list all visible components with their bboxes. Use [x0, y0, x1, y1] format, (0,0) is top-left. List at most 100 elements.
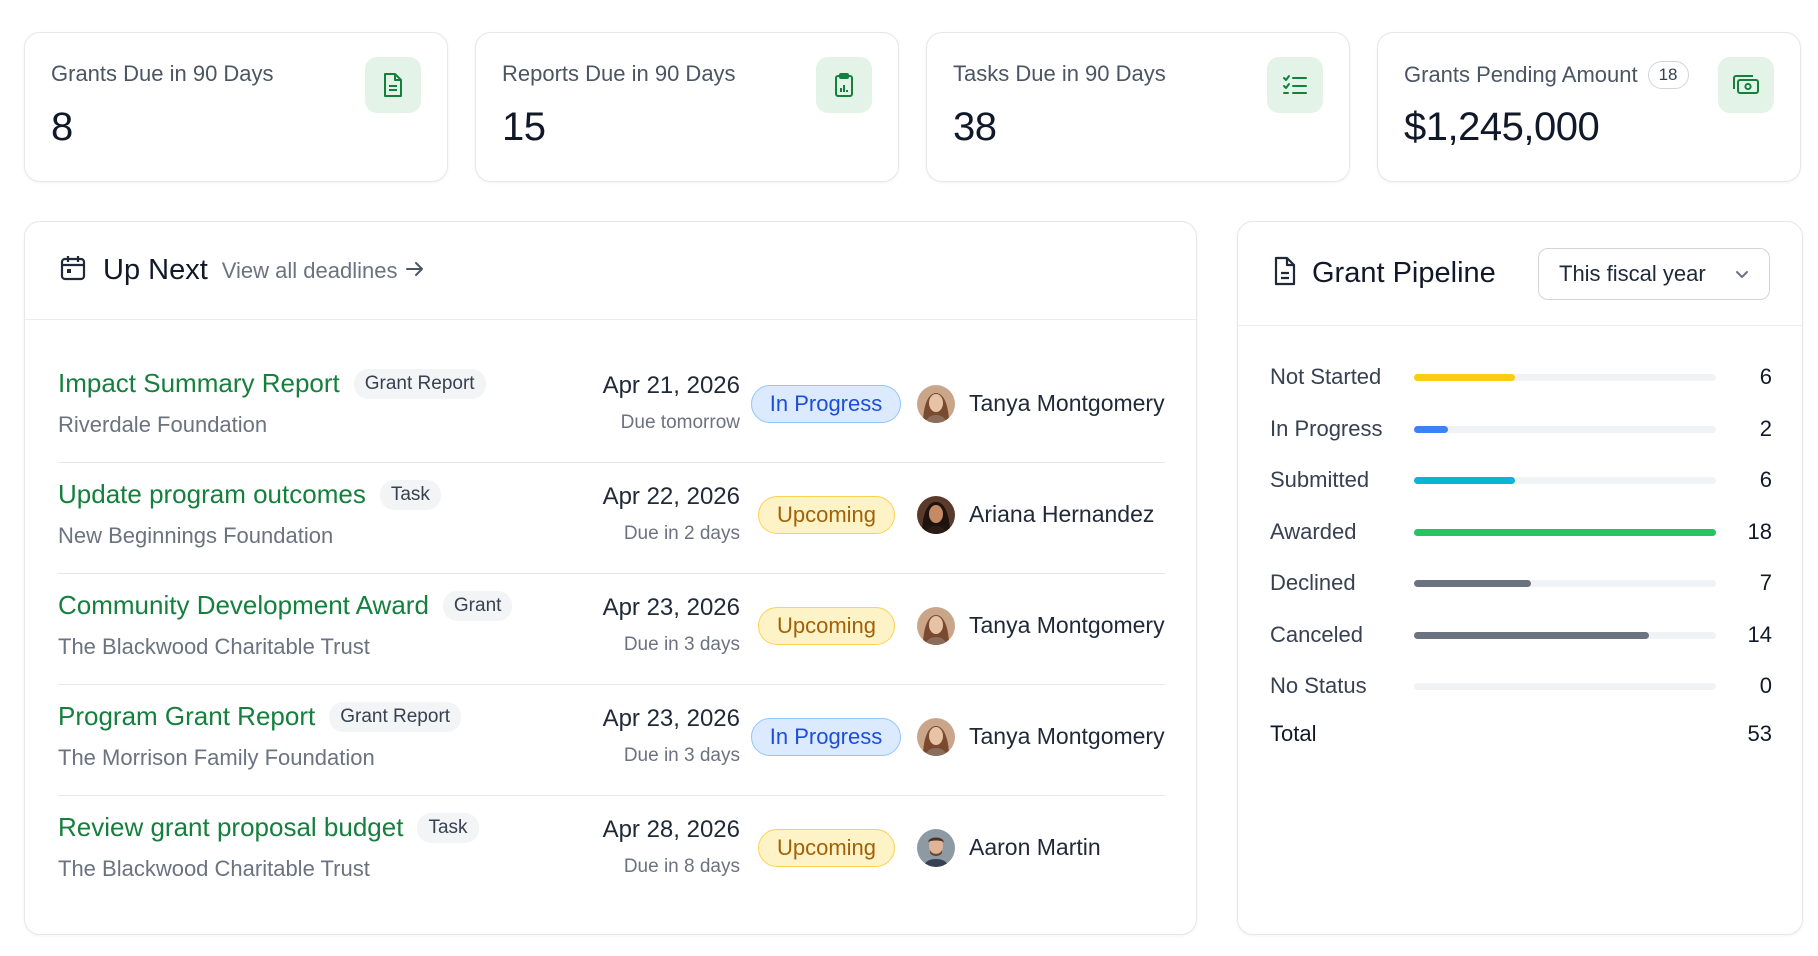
up-next-title: Up Next	[103, 254, 208, 286]
avatar	[917, 718, 955, 756]
organization-name: The Blackwood Charitable Trust	[58, 634, 370, 659]
deadline-title[interactable]: Program Grant Report	[58, 701, 315, 732]
type-badge: Grant Report	[329, 701, 462, 732]
pipeline-status-label: Submitted	[1270, 467, 1370, 492]
progress-fill	[1414, 374, 1515, 381]
type-badge: Grant	[442, 590, 513, 621]
progress-track	[1414, 683, 1716, 690]
avatar	[917, 496, 955, 534]
period-select-value: This fiscal year	[1559, 261, 1706, 286]
deadline-title[interactable]: Impact Summary Report	[58, 368, 340, 399]
type-badge: Task	[379, 479, 441, 510]
assignee-name: Tanya Montgomery	[969, 723, 1165, 749]
avatar	[917, 385, 955, 423]
due-date: Apr 22, 2026	[602, 483, 740, 510]
document-icon	[1272, 256, 1298, 291]
stat-card-grants-due[interactable]: Grants Due in 90 Days 8	[24, 32, 448, 182]
pipeline-count: 14	[1747, 621, 1772, 647]
status-badge: In Progress	[751, 718, 901, 756]
due-date: Apr 28, 2026	[602, 816, 740, 843]
due-date: Apr 21, 2026	[602, 372, 740, 399]
stat-label-text: Grants Pending Amount	[1404, 62, 1638, 87]
progress-fill	[1414, 631, 1649, 639]
status-badge: In Progress	[751, 385, 901, 423]
due-relative: Due in 8 days	[623, 856, 740, 877]
pipeline-count: 0	[1759, 673, 1772, 698]
due-relative: Due in 2 days	[623, 523, 740, 544]
type-badge: Grant Report	[353, 368, 486, 399]
period-select[interactable]: This fiscal year	[1538, 248, 1770, 300]
pipeline-status-label: In Progress	[1270, 415, 1383, 441]
up-next-panel: Up Next View all deadlines Impact Summar…	[24, 221, 1197, 935]
total-label: Total	[1270, 721, 1317, 746]
pipeline-status-label: Canceled	[1270, 621, 1363, 647]
deadline-list: Impact Summary Report Grant Report River…	[58, 352, 1165, 907]
arrow-right-icon	[405, 258, 425, 284]
type-badge: Task	[417, 812, 479, 843]
document-icon	[365, 57, 421, 113]
deadline-title[interactable]: Update program outcomes	[58, 479, 366, 510]
deadline-row[interactable]: Impact Summary Report Grant Report River…	[58, 352, 1165, 463]
progress-fill	[1414, 425, 1448, 433]
progress-track	[1414, 631, 1716, 639]
pipeline-total-row: Total 53	[1270, 721, 1772, 747]
due-date: Apr 23, 2026	[602, 594, 740, 621]
status-badge: Upcoming	[758, 607, 895, 645]
cash-icon	[1718, 57, 1774, 113]
progress-fill	[1414, 528, 1716, 536]
chevron-down-icon	[1733, 264, 1751, 290]
avatar	[917, 607, 955, 645]
stat-value: 8	[51, 105, 73, 149]
progress-track	[1414, 528, 1716, 536]
progress-track	[1414, 374, 1716, 381]
organization-name: New Beginnings Foundation	[58, 523, 334, 548]
progress-track	[1414, 580, 1716, 587]
pipeline-list: Not Started 6 In Progress 2 Submitted 6 …	[1270, 358, 1772, 719]
count-badge: 18	[1647, 61, 1689, 89]
deadline-row[interactable]: Review grant proposal budget Task The Bl…	[58, 796, 1165, 907]
deadline-row[interactable]: Program Grant Report Grant Report The Mo…	[58, 685, 1165, 796]
stat-card-pending-amount[interactable]: Grants Pending Amount 18 $1,245,000	[1377, 32, 1801, 182]
stat-card-reports-due[interactable]: Reports Due in 90 Days 15	[475, 32, 899, 182]
deadline-title[interactable]: Review grant proposal budget	[58, 812, 403, 843]
view-all-deadlines-link[interactable]: View all deadlines	[222, 258, 426, 284]
stat-label: Reports Due in 90 Days	[502, 61, 736, 86]
stat-label: Tasks Due in 90 Days	[953, 61, 1166, 86]
due-relative: Due in 3 days	[623, 634, 740, 655]
deadline-row[interactable]: Community Development Award Grant The Bl…	[58, 574, 1165, 685]
pipeline-row: In Progress 2	[1270, 410, 1772, 462]
up-next-header: Up Next View all deadlines	[25, 222, 1196, 320]
assignee-name: Tanya Montgomery	[969, 390, 1165, 416]
stat-value: $1,245,000	[1404, 105, 1600, 149]
pipeline-count: 6	[1759, 364, 1772, 389]
stat-value: 15	[502, 105, 546, 149]
organization-name: The Morrison Family Foundation	[58, 745, 375, 770]
stat-label: Grants Due in 90 Days	[51, 61, 274, 86]
grant-pipeline-panel: Grant Pipeline This fiscal year Not Star…	[1237, 221, 1803, 935]
deadline-title[interactable]: Community Development Award	[58, 590, 429, 621]
due-relative: Due in 3 days	[623, 745, 740, 766]
deadline-row[interactable]: Update program outcomes Task New Beginni…	[58, 463, 1165, 574]
assignee-name: Ariana Hernandez	[969, 501, 1155, 527]
pipeline-count: 18	[1747, 518, 1772, 544]
assignee-name: Tanya Montgomery	[969, 612, 1165, 638]
pipeline-status-label: Not Started	[1270, 364, 1382, 389]
status-badge: Upcoming	[758, 496, 895, 534]
stat-label: Grants Pending Amount 18	[1404, 61, 1689, 89]
pipeline-title: Grant Pipeline	[1312, 257, 1496, 289]
pipeline-row: Declined 7	[1270, 564, 1772, 616]
organization-name: Riverdale Foundation	[58, 412, 268, 437]
pipeline-header: Grant Pipeline This fiscal year	[1238, 222, 1802, 326]
pipeline-status-label: Awarded	[1270, 518, 1357, 544]
total-value: 53	[1747, 721, 1772, 746]
avatar	[917, 829, 955, 867]
assignee-name: Aaron Martin	[969, 834, 1101, 860]
pipeline-count: 7	[1759, 570, 1772, 595]
stat-card-tasks-due[interactable]: Tasks Due in 90 Days 38	[926, 32, 1350, 182]
status-badge: Upcoming	[758, 829, 895, 867]
view-all-label: View all deadlines	[221, 257, 398, 283]
pipeline-status-label: No Status	[1270, 673, 1367, 698]
checklist-icon	[1267, 57, 1323, 113]
progress-fill	[1414, 580, 1532, 587]
stat-value: 38	[953, 105, 997, 149]
